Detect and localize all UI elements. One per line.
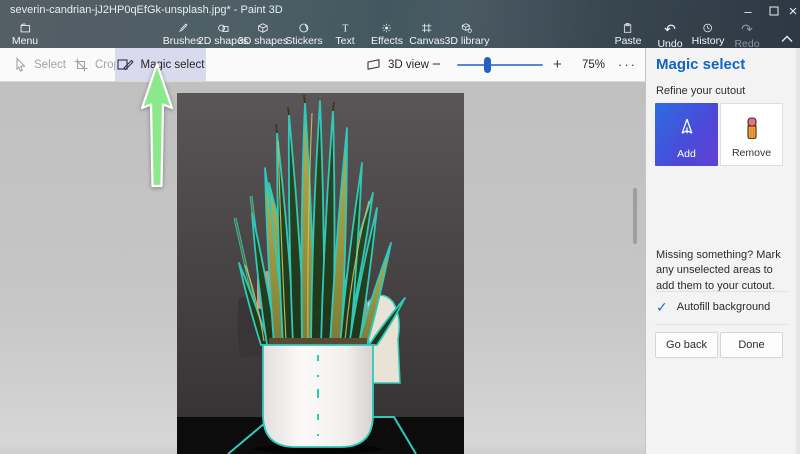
add-button[interactable]: Add — [655, 103, 718, 166]
minimize-icon: – — [744, 4, 751, 19]
ribbon-item-brushes[interactable]: Brushes — [163, 23, 202, 47]
workspace-scrollbar-thumb[interactable] — [633, 188, 637, 244]
canvas-workspace — [0, 82, 645, 454]
ribbon-item-3d-library[interactable]: 3D library — [445, 23, 490, 47]
remove-button[interactable]: Remove — [720, 103, 783, 166]
history-icon — [701, 23, 715, 33]
zoom-out-button[interactable]: − — [432, 48, 441, 81]
ribbon-item-stickers[interactable]: Stickers — [285, 23, 322, 47]
paste-icon — [621, 23, 635, 33]
undo-button[interactable]: ↶ Undo — [657, 23, 682, 47]
magic-select-panel: Magic select Refine your cutout Add Remo… — [645, 48, 800, 454]
redo-icon: ↷ — [741, 23, 753, 36]
plus-icon: + — [553, 56, 562, 73]
callout-arrow — [140, 60, 176, 190]
3d-view-icon — [366, 58, 381, 71]
minimize-button[interactable]: – — [735, 0, 761, 22]
zoom-in-button[interactable]: + — [553, 48, 562, 81]
minus-icon: − — [432, 56, 441, 73]
plant-photo — [177, 93, 464, 454]
go-back-button[interactable]: Go back — [655, 332, 718, 358]
add-pen-icon — [674, 116, 700, 142]
svg-text:T: T — [342, 24, 348, 33]
ribbon-item-3d-shapes[interactable]: 3D shapes — [238, 23, 288, 47]
menu-icon — [16, 23, 33, 33]
remove-eraser-icon — [740, 115, 764, 141]
crop-icon — [74, 58, 88, 72]
effects-icon — [380, 23, 395, 33]
checkmark-icon: ✓ — [656, 300, 668, 314]
3d-shapes-icon — [255, 23, 271, 33]
panel-scrollbar[interactable] — [796, 48, 800, 454]
close-icon: × — [789, 3, 798, 20]
window-title: severin-candrian-jJ2HP0qEfGk-unsplash.jp… — [10, 4, 283, 16]
ribbon-item-effects[interactable]: Effects — [371, 23, 403, 47]
arrow-up-icon — [140, 60, 176, 190]
close-button[interactable]: × — [786, 0, 800, 22]
refine-cutout-label: Refine your cutout — [656, 85, 745, 97]
divider — [655, 324, 787, 325]
brush-icon — [174, 23, 191, 33]
titlebar-ribbon: severin-candrian-jJ2HP0qEfGk-unsplash.jp… — [0, 0, 800, 48]
edit-toolbar: Select Crop Magic select 3D view − — [0, 48, 645, 82]
more-options-button[interactable]: ··· — [618, 48, 637, 81]
done-button[interactable]: Done — [720, 332, 783, 358]
collapse-ribbon-button[interactable] — [780, 30, 794, 48]
autofill-checkbox[interactable]: ✓ Autofill background — [656, 300, 770, 314]
ribbon-item-text[interactable]: T Text — [335, 23, 354, 47]
ellipsis-icon: ··· — [618, 57, 637, 72]
zoom-level[interactable]: 75% — [582, 48, 605, 81]
autofill-label: Autofill background — [677, 301, 771, 313]
2d-shapes-icon — [214, 23, 231, 33]
zoom-slider-thumb[interactable] — [484, 57, 491, 73]
maximize-icon — [769, 6, 779, 16]
history-button[interactable]: History — [692, 23, 725, 47]
ribbon-item-canvas[interactable]: Canvas — [409, 23, 445, 47]
crop-button[interactable]: Crop — [74, 48, 120, 81]
divider — [655, 291, 787, 292]
maximize-button[interactable] — [761, 0, 787, 22]
select-button[interactable]: Select — [14, 48, 66, 81]
3d-view-button[interactable]: 3D view — [366, 48, 429, 81]
stickers-icon — [297, 23, 312, 33]
zoom-slider-track[interactable] — [457, 64, 543, 66]
photo-canvas[interactable] — [177, 93, 464, 454]
3d-library-icon — [459, 23, 475, 33]
paste-button[interactable]: Paste — [615, 23, 642, 47]
paint3d-window: severin-candrian-jJ2HP0qEfGk-unsplash.jp… — [0, 0, 800, 454]
missing-hint-text: Missing something? Mark any unselected a… — [656, 248, 788, 294]
panel-title: Magic select — [656, 56, 745, 73]
chevron-up-icon — [780, 34, 794, 43]
magic-select-icon — [117, 58, 134, 71]
redo-button[interactable]: ↷ Redo — [734, 23, 759, 47]
menu-button[interactable]: Menu — [12, 23, 38, 47]
undo-icon: ↶ — [664, 23, 676, 36]
text-icon: T — [338, 23, 352, 33]
select-cursor-icon — [14, 57, 27, 72]
canvas-icon — [419, 23, 434, 33]
